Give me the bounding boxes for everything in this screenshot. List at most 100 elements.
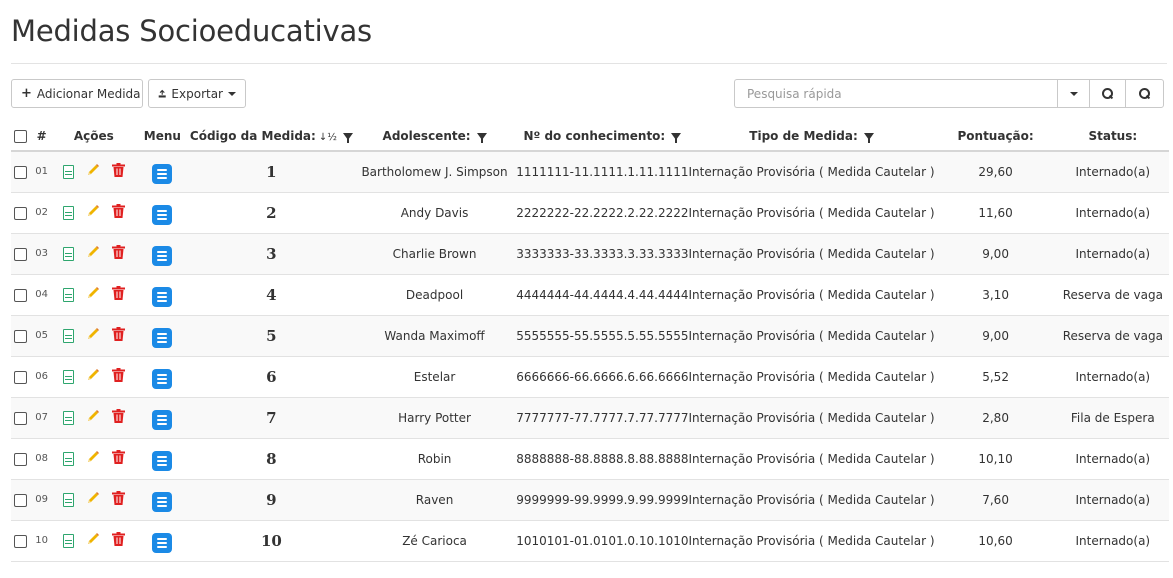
row-checkbox-cell[interactable] xyxy=(11,479,31,521)
edit-button[interactable] xyxy=(85,531,101,550)
table-row[interactable]: 02 2 Andy Davis 2222222-22.2222.2.22.2222 In… xyxy=(11,192,1169,234)
header-codigo[interactable]: Código da Medida: ↓½ xyxy=(189,122,353,152)
edit-button[interactable] xyxy=(85,449,101,468)
row-actions xyxy=(52,192,135,234)
edit-button[interactable] xyxy=(85,285,101,304)
menu-icon[interactable] xyxy=(152,163,173,184)
menu-icon[interactable] xyxy=(152,286,173,307)
trash-icon xyxy=(111,245,125,259)
row-checkbox[interactable] xyxy=(14,452,28,466)
row-checkbox[interactable] xyxy=(14,165,28,179)
document-icon[interactable] xyxy=(62,205,74,220)
header-conhecimento[interactable]: Nº do conhecimento: xyxy=(516,122,689,152)
add-medida-button[interactable]: + Adicionar Medida xyxy=(11,79,143,108)
table-row[interactable]: 07 7 Harry Potter 7777777-77.7777.7.77.7777… xyxy=(11,397,1169,439)
document-icon[interactable] xyxy=(62,287,74,302)
numero-conhecimento: 3333333-33.3333.3.33.3333 xyxy=(516,233,689,275)
table-row[interactable]: 01 1 Bartholomew J. Simpson 1111111-11.1111… xyxy=(11,151,1169,193)
select-all-checkbox[interactable] xyxy=(14,130,28,143)
menu-icon[interactable] xyxy=(152,409,173,430)
document-icon[interactable] xyxy=(62,451,74,466)
filter-icon[interactable] xyxy=(863,133,874,143)
row-checkbox-cell[interactable] xyxy=(11,233,31,275)
menu-icon[interactable] xyxy=(152,368,173,389)
search-options-dropdown[interactable] xyxy=(1057,79,1090,108)
row-checkbox[interactable] xyxy=(14,288,28,302)
menu-icon[interactable] xyxy=(152,532,173,553)
trash-icon xyxy=(111,286,125,300)
row-checkbox[interactable] xyxy=(14,493,28,507)
export-dropdown-button[interactable]: Exportar xyxy=(148,79,246,108)
delete-button[interactable] xyxy=(111,532,125,549)
status: Internado(a) xyxy=(1056,233,1169,275)
document-icon[interactable] xyxy=(62,410,74,425)
row-checkbox-cell[interactable] xyxy=(11,274,31,316)
row-checkbox-cell[interactable] xyxy=(11,192,31,234)
delete-button[interactable] xyxy=(111,327,125,344)
table-row[interactable]: 05 5 Wanda Maximoff 5555555-55.5555.5.55.55… xyxy=(11,315,1169,357)
row-checkbox-cell[interactable] xyxy=(11,315,31,357)
edit-button[interactable] xyxy=(85,203,101,222)
delete-button[interactable] xyxy=(111,491,125,508)
edit-button[interactable] xyxy=(85,162,101,181)
filter-icon[interactable] xyxy=(476,133,487,143)
edit-button[interactable] xyxy=(85,244,101,263)
row-checkbox[interactable] xyxy=(14,329,28,343)
status: Reserva de vaga xyxy=(1056,274,1169,316)
quick-search-input[interactable] xyxy=(734,79,1058,108)
document-icon[interactable] xyxy=(62,164,74,179)
row-checkbox-cell[interactable] xyxy=(11,151,31,193)
table-row[interactable]: 10 10 Zé Carioca 1010101-01.0101.0.10.1010 I… xyxy=(11,520,1169,562)
table-row[interactable]: 08 8 Robin 8888888-88.8888.8.88.8888 Interna… xyxy=(11,438,1169,480)
document-icon[interactable] xyxy=(62,492,74,507)
filter-icon[interactable] xyxy=(342,133,353,143)
document-icon[interactable] xyxy=(62,328,74,343)
status: Internado(a) xyxy=(1056,151,1169,193)
row-checkbox[interactable] xyxy=(14,247,28,261)
table-row[interactable]: 03 3 Charlie Brown 3333333-33.3333.3.33.333… xyxy=(11,233,1169,275)
row-checkbox[interactable] xyxy=(14,206,28,220)
delete-button[interactable] xyxy=(111,204,125,221)
edit-button[interactable] xyxy=(85,490,101,509)
menu-icon[interactable] xyxy=(152,245,173,266)
table-row[interactable]: 04 4 Deadpool 4444444-44.4444.4.44.4444 Inte… xyxy=(11,274,1169,316)
document-icon[interactable] xyxy=(62,246,74,261)
row-checkbox-cell[interactable] xyxy=(11,356,31,398)
search-button[interactable] xyxy=(1089,79,1126,108)
table-row[interactable]: 09 9 Raven 9999999-99.9999.9.99.9999 Interna… xyxy=(11,479,1169,521)
edit-button[interactable] xyxy=(85,408,101,427)
document-icon[interactable] xyxy=(62,533,74,548)
menu-icon[interactable] xyxy=(152,327,173,348)
menu-icon[interactable] xyxy=(152,204,173,225)
header-tipo[interactable]: Tipo de Medida: xyxy=(688,122,935,152)
delete-button[interactable] xyxy=(111,409,125,426)
row-checkbox[interactable] xyxy=(14,534,28,548)
delete-button[interactable] xyxy=(111,450,125,467)
pencil-icon xyxy=(87,492,99,503)
row-menu-cell xyxy=(134,151,190,193)
edit-button[interactable] xyxy=(85,326,101,345)
table-row[interactable]: 06 6 Estelar 6666666-66.6666.6.66.6666 Inter… xyxy=(11,356,1169,398)
advanced-search-button[interactable] xyxy=(1125,79,1164,108)
document-icon[interactable] xyxy=(62,369,74,384)
sort-icon[interactable]: ↓½ xyxy=(319,132,337,143)
edit-button[interactable] xyxy=(85,367,101,386)
row-checkbox-cell[interactable] xyxy=(11,520,31,562)
header-adolescente[interactable]: Adolescente: xyxy=(352,122,517,152)
row-checkbox-cell[interactable] xyxy=(11,397,31,439)
delete-button[interactable] xyxy=(111,245,125,262)
row-checkbox[interactable] xyxy=(14,370,28,384)
row-checkbox[interactable] xyxy=(14,411,28,425)
menu-icon[interactable] xyxy=(152,450,173,471)
select-all-checkbox-cell[interactable] xyxy=(11,122,31,152)
filter-icon[interactable] xyxy=(671,133,682,143)
delete-button[interactable] xyxy=(111,368,125,385)
row-checkbox-cell[interactable] xyxy=(11,438,31,480)
pontuacao: 3,10 xyxy=(934,274,1057,316)
codigo-medida: 7 xyxy=(189,397,353,439)
pencil-icon xyxy=(87,410,99,421)
delete-button[interactable] xyxy=(111,163,125,180)
delete-button[interactable] xyxy=(111,286,125,303)
row-actions xyxy=(52,438,135,480)
menu-icon[interactable] xyxy=(152,491,173,512)
